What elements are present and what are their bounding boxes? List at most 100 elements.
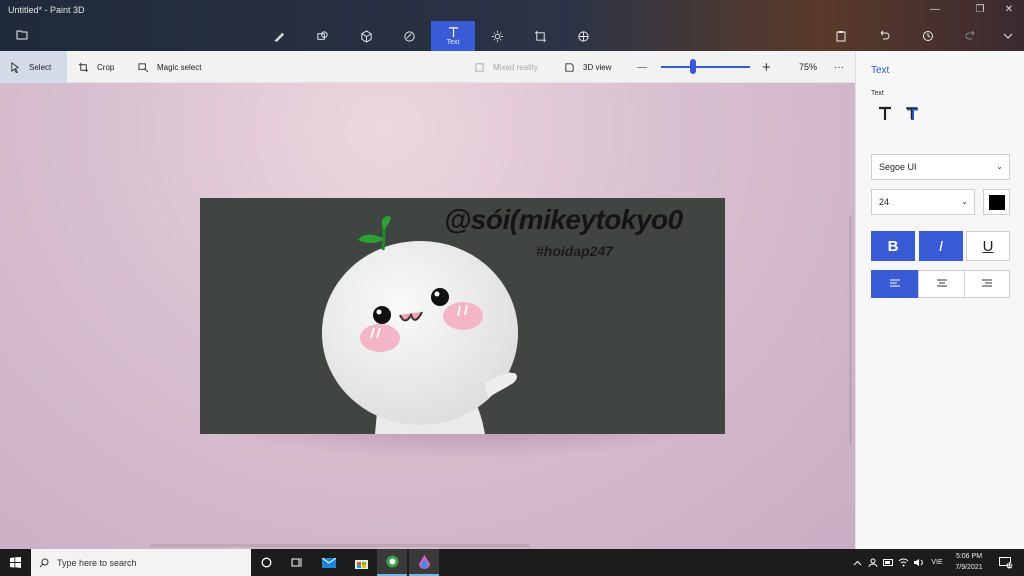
redo-button[interactable] (958, 24, 984, 48)
cube-icon (360, 29, 372, 43)
align-center-button[interactable] (918, 270, 965, 298)
3d-text-button[interactable] (904, 106, 922, 124)
zoom-slider[interactable] (661, 66, 750, 68)
2d-shapes-tool[interactable] (304, 21, 340, 51)
align-center-icon (936, 279, 947, 287)
2d-text-icon (879, 106, 891, 120)
cortana-button[interactable] (251, 549, 281, 576)
zoom-out-button[interactable]: — (627, 51, 657, 83)
close-button[interactable]: ✕ (994, 2, 1024, 18)
battery-icon (882, 559, 893, 566)
stickers-tool[interactable] (391, 21, 427, 51)
undo-icon (880, 30, 890, 40)
font-size-value: 24 (879, 197, 890, 207)
mail-icon (322, 557, 336, 568)
align-right-icon (982, 279, 992, 287)
font-size-select[interactable]: 24 ⌄ (871, 189, 975, 215)
folder-icon (16, 30, 28, 40)
3d-view-button[interactable]: 3D view (554, 51, 621, 83)
mixed-reality-icon (475, 62, 484, 72)
magic-select-label: Magic select (157, 62, 202, 72)
taskbar-clock[interactable]: 5:06 PM 7/9/2021 (946, 551, 992, 573)
sun-icon (491, 30, 503, 42)
menu-button[interactable] (2, 22, 42, 50)
clipboard-icon (836, 31, 846, 42)
brushes-tool[interactable] (261, 21, 297, 51)
expand-menu-button[interactable] (995, 24, 1021, 48)
search-placeholder: Type here to search (57, 557, 137, 568)
history-icon (923, 31, 933, 41)
paint-3d-app[interactable] (409, 549, 439, 576)
more-options-button[interactable]: ··· (824, 51, 854, 83)
tray-battery[interactable] (881, 549, 895, 576)
undo-button[interactable] (871, 24, 897, 48)
tray-network[interactable] (896, 549, 910, 576)
canvas-tool[interactable] (522, 21, 558, 51)
minimize-button[interactable]: — (920, 2, 950, 18)
store-app[interactable] (346, 549, 376, 576)
app-logo-icon (386, 555, 398, 568)
canvas[interactable]: @sói(mikeytokyo0 #hoidap247 (200, 198, 725, 434)
action-center-button[interactable]: 18 (996, 549, 1016, 576)
align-right-button[interactable] (964, 270, 1010, 298)
window-title: Untitled* - Paint 3D (8, 5, 85, 15)
chevron-down-icon: ⌄ (996, 162, 1003, 171)
library-icon (577, 30, 589, 42)
cortana-icon (261, 557, 271, 568)
crop-canvas-icon (534, 30, 546, 42)
italic-button[interactable]: I (919, 231, 963, 261)
canvas-text-username[interactable]: @sói(mikeytokyo0 (444, 204, 683, 236)
bold-button[interactable]: B (871, 231, 915, 261)
language-indicator[interactable]: VIE (928, 549, 946, 576)
search-icon (39, 558, 49, 567)
color-swatch (989, 195, 1005, 210)
tray-volume[interactable] (911, 549, 925, 576)
text-color-picker[interactable] (983, 189, 1010, 215)
crop-label: Crop (97, 62, 115, 72)
vertical-scrollbar[interactable] (849, 215, 852, 445)
select-button[interactable]: Select (0, 51, 67, 83)
show-hidden-icons[interactable] (850, 549, 864, 576)
title-bar: Untitled* - Paint 3D — ❐ ✕ Text (0, 0, 1024, 51)
sticker-icon (403, 30, 415, 42)
canvas-text-hashtag[interactable]: #hoidap247 (536, 243, 613, 259)
notification-count: 18 (1007, 563, 1013, 569)
clock-time: 5:06 PM (955, 553, 983, 560)
taskbar-search[interactable]: Type here to search (31, 549, 251, 576)
panel-title: Text (871, 65, 890, 76)
volume-icon (913, 559, 923, 566)
history-button[interactable] (915, 24, 941, 48)
store-icon (354, 559, 368, 569)
tray-app-icon[interactable] (866, 549, 880, 576)
chevron-down-icon (1003, 33, 1013, 39)
zoom-in-button[interactable]: + (752, 51, 781, 83)
magic-select-button[interactable]: Magic select (128, 51, 211, 83)
font-family-select[interactable]: Segoe UI ⌄ (871, 154, 1010, 180)
task-view-button[interactable] (282, 549, 312, 576)
underline-button[interactable]: U (966, 231, 1010, 261)
chevron-up-icon (853, 560, 861, 565)
select-label: Select (29, 62, 52, 72)
2d-text-button[interactable] (877, 106, 895, 124)
mail-app[interactable] (314, 549, 344, 576)
3d-view-label: 3D view (583, 62, 612, 72)
cursor-icon (11, 61, 20, 73)
text-tool[interactable]: Text (431, 21, 475, 51)
paste-button[interactable] (828, 24, 854, 48)
3d-shapes-tool[interactable] (348, 21, 384, 51)
start-button[interactable] (0, 549, 31, 576)
paint-3d-icon (418, 554, 430, 569)
people-icon (868, 558, 878, 567)
3d-library-tool[interactable] (565, 21, 601, 51)
mixed-reality-button[interactable]: Mixed reality (464, 51, 548, 83)
greenshot-app[interactable] (377, 549, 407, 576)
text-tool-label: Text (446, 38, 460, 46)
shapes-icon (316, 30, 328, 40)
zoom-slider-thumb[interactable] (690, 59, 696, 74)
horizontal-scrollbar[interactable] (150, 544, 530, 547)
crop-button[interactable]: Crop (68, 51, 124, 83)
effects-tool[interactable] (479, 21, 515, 51)
align-left-icon (889, 279, 900, 287)
align-left-button[interactable] (871, 270, 918, 298)
restore-button[interactable]: ❐ (965, 2, 995, 18)
